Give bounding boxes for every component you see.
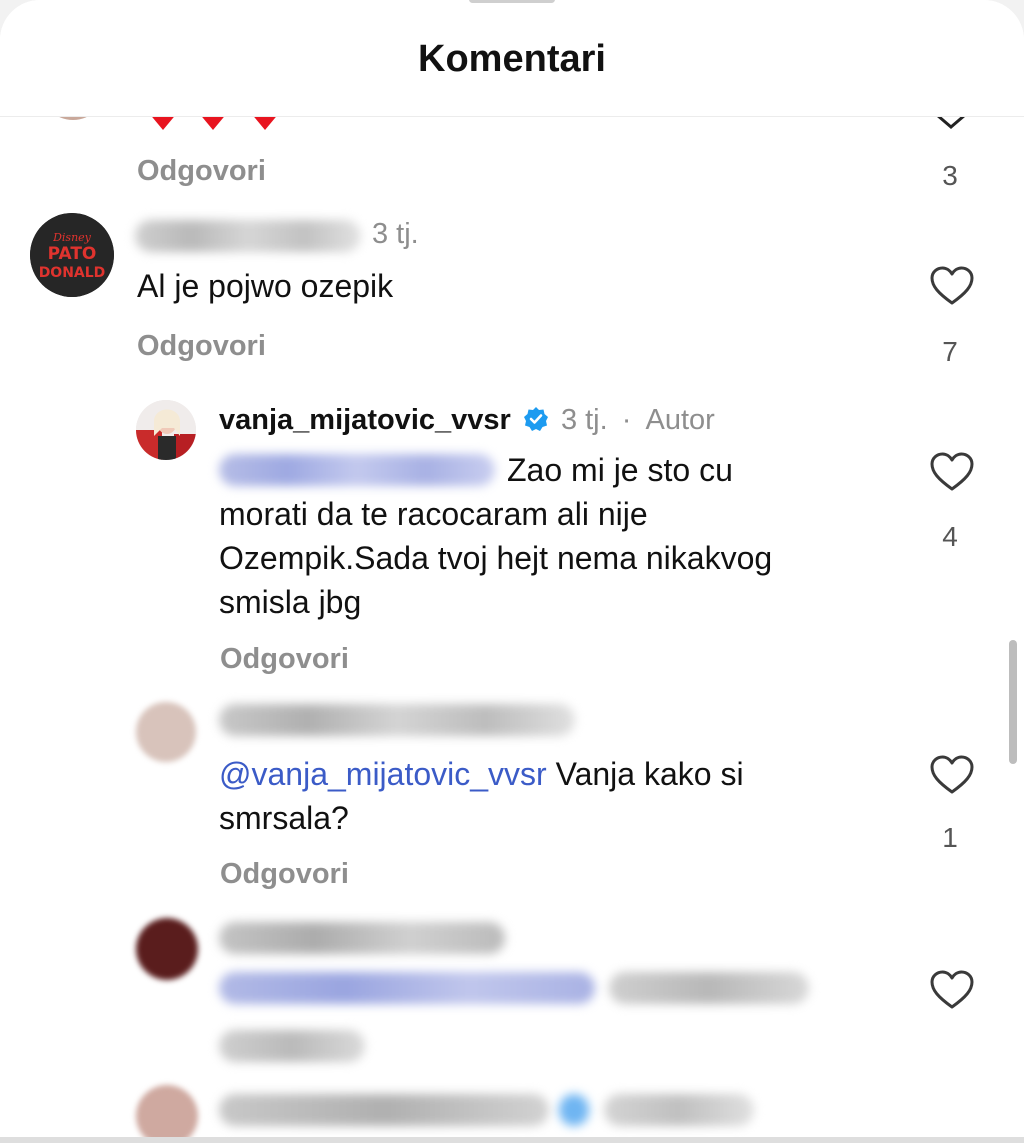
svg-text:PATO: PATO	[48, 244, 97, 264]
reply-button[interactable]: Odgovori	[137, 155, 266, 188]
like-count: 4	[942, 521, 958, 552]
avatar[interactable]	[136, 1085, 198, 1143]
heart-outline-icon[interactable]	[930, 970, 974, 1010]
author-label: Autor	[645, 404, 715, 436]
mention-redacted[interactable]	[219, 454, 499, 488]
username[interactable]: vanja_mijatovic_vvsr	[219, 404, 511, 436]
sheet-header: Komentari	[0, 0, 1024, 117]
comment-text: Vanja kako si	[555, 756, 744, 792]
svg-text:DONALD: DONALD	[39, 265, 106, 281]
bottom-divider	[0, 1137, 1024, 1143]
reply-button[interactable]: Odgovori	[220, 858, 349, 891]
mention-link[interactable]: @vanja_mijatovic_vvsr	[219, 756, 547, 792]
like-count: 3	[942, 160, 958, 191]
comment-text: Al je pojwo ozepik	[137, 268, 394, 304]
comment-time: 3 tj.	[560, 404, 608, 436]
comment-time: 3 tj.	[372, 218, 419, 250]
username-redacted[interactable]	[219, 704, 579, 738]
heart-outline-icon[interactable]	[930, 266, 974, 306]
page-title: Komentari	[418, 38, 606, 80]
comment-header: vanja_mijatovic_vvsr 3 tj. · Autor	[219, 404, 715, 440]
separator: ·	[621, 404, 632, 436]
svg-text:Disney: Disney	[52, 231, 92, 244]
username-redacted[interactable]	[219, 1094, 759, 1128]
avatar[interactable]	[136, 400, 196, 460]
avatar[interactable]: Disney PATO DONALD	[30, 213, 114, 297]
comment-text-line: Ozempik.Sada tvoj hejt nema nikakvog	[219, 540, 773, 576]
like-count: 7	[942, 336, 958, 367]
comment-text-line: @vanja_mijatovic_vvsr Vanja kako si	[219, 752, 744, 796]
comment-text-line: morati da te racocaram ali nije	[219, 496, 648, 532]
comment-text-line: smrsala?	[219, 800, 349, 836]
avatar[interactable]	[136, 702, 196, 762]
username-redacted[interactable]	[219, 922, 509, 956]
like-count: 1	[942, 822, 958, 853]
comments-sheet: Komentari Odgovori 3 Disney PATO DONALD …	[0, 0, 1024, 1143]
reply-button[interactable]: Odgovori	[137, 330, 266, 363]
drag-handle[interactable]	[469, 0, 555, 3]
comment-text-redacted	[219, 972, 819, 1006]
reply-button[interactable]: Odgovori	[220, 643, 349, 676]
scrollbar[interactable]	[1009, 640, 1017, 764]
comment-text-redacted	[219, 1030, 369, 1064]
comment-text-line: smisla jbg	[219, 584, 362, 620]
comment-text-line: Zao mi je sto cu	[507, 452, 733, 488]
username-redacted[interactable]	[135, 220, 365, 254]
verified-badge-icon	[523, 406, 549, 440]
heart-outline-icon[interactable]	[930, 755, 974, 795]
avatar[interactable]	[136, 918, 198, 980]
heart-outline-icon[interactable]	[930, 452, 974, 492]
